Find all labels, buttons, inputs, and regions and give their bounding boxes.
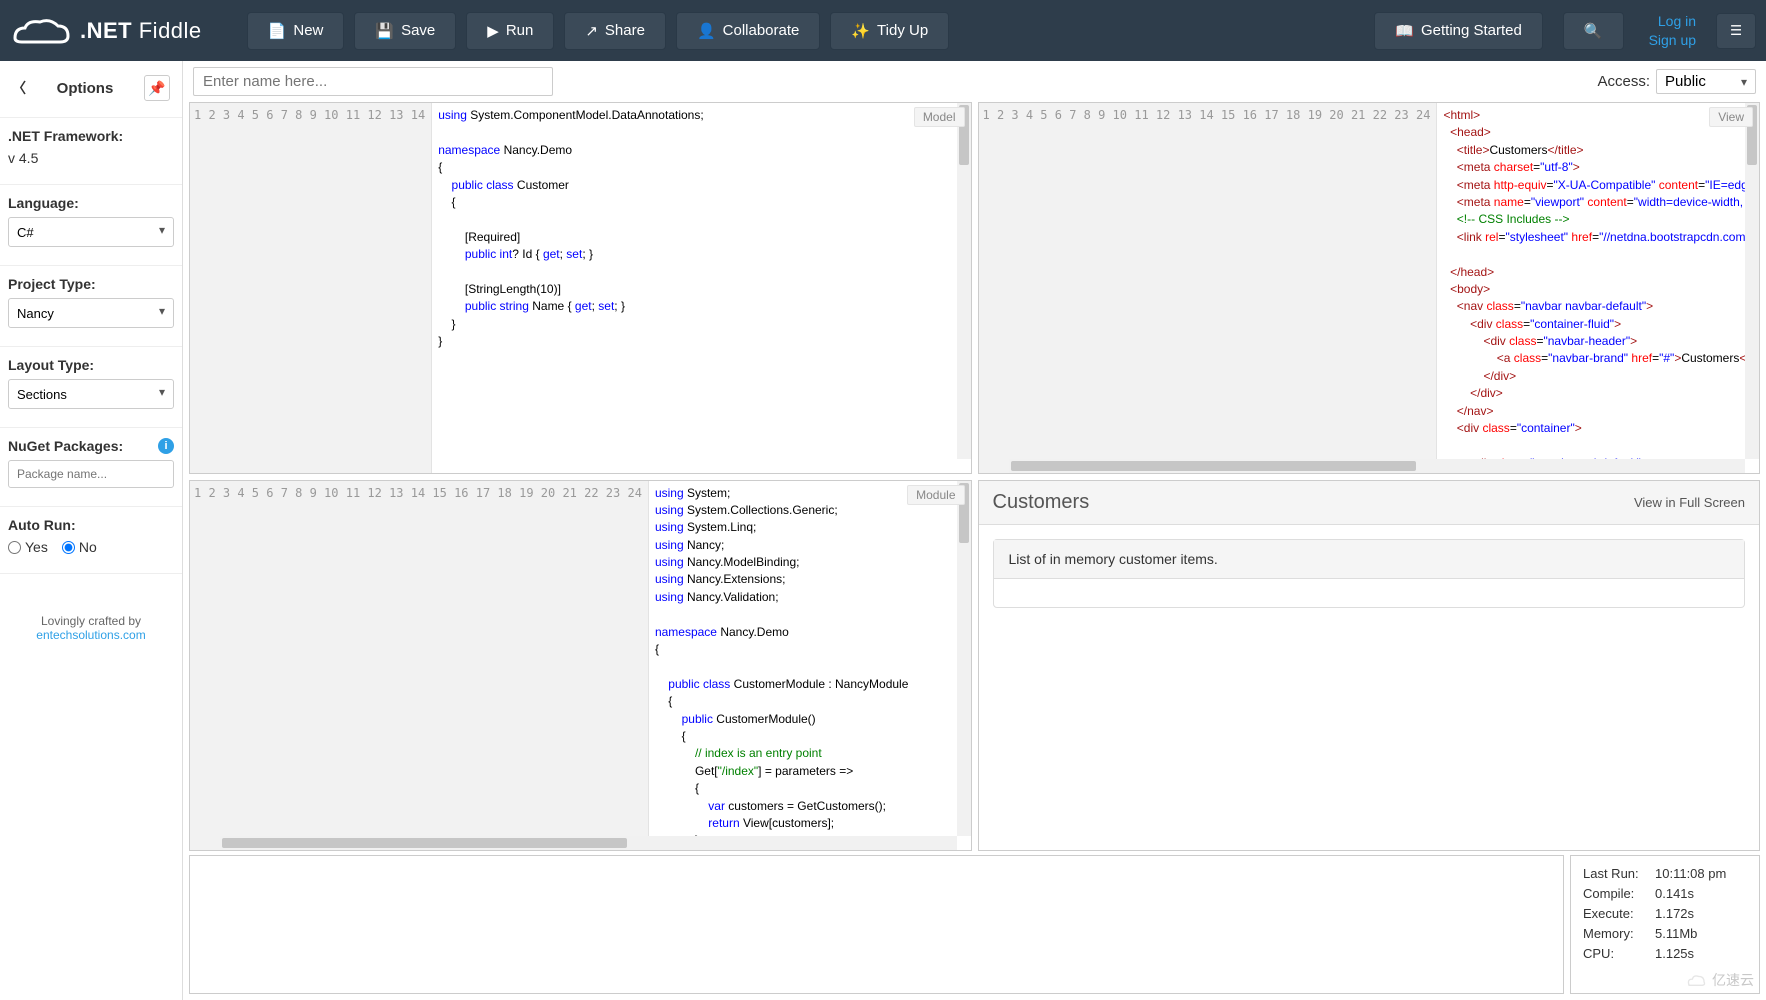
- pane-label-module[interactable]: Module: [907, 485, 964, 505]
- console-pane[interactable]: [189, 855, 1564, 994]
- share-button[interactable]: ↗Share: [564, 12, 666, 50]
- code-editor-model[interactable]: using System.ComponentModel.DataAnnotati…: [432, 103, 970, 473]
- stat-cpu-label: CPU:: [1583, 946, 1655, 961]
- autorun-label: Auto Run:: [8, 517, 174, 533]
- search-button[interactable]: 🔍: [1563, 12, 1624, 50]
- module-editor-pane: Module 1 2 3 4 5 6 7 8 9 10 11 12 13 14 …: [189, 480, 972, 852]
- layout-type-label: Layout Type:: [8, 357, 174, 373]
- pane-label-model[interactable]: Model: [914, 107, 965, 127]
- code-editor-module[interactable]: using System; using System.Collections.G…: [649, 481, 971, 851]
- stats-pane: Last Run:10:11:08 pm Compile:0.141s Exec…: [1570, 855, 1760, 994]
- share-icon: ↗: [585, 22, 598, 40]
- customers-panel: List of in memory customer items.: [993, 539, 1746, 608]
- line-gutter: 1 2 3 4 5 6 7 8 9 10 11 12 13 14 15 16 1…: [190, 481, 649, 851]
- fiddle-name-input[interactable]: [193, 67, 553, 96]
- framework-value: v 4.5: [8, 150, 174, 166]
- getting-started-button[interactable]: 📖Getting Started: [1374, 12, 1543, 50]
- framework-label: .NET Framework:: [8, 128, 174, 144]
- menu-toggle[interactable]: ☰: [1716, 13, 1756, 49]
- scrollbar-vertical[interactable]: [1745, 103, 1759, 459]
- auth-links: Log in Sign up: [1649, 12, 1696, 48]
- wand-icon: ✨: [851, 22, 870, 40]
- run-button[interactable]: ▶Run: [466, 12, 554, 50]
- stat-memory-value: 5.11Mb: [1655, 926, 1697, 941]
- brand-text: .NET Fiddle: [80, 18, 202, 44]
- new-button[interactable]: 📄New: [247, 12, 345, 50]
- view-editor-pane: View 1 2 3 4 5 6 7 8 9 10 11 12 13 14 15…: [978, 102, 1761, 474]
- stat-lastrun-value: 10:11:08 pm: [1655, 866, 1726, 881]
- signup-link[interactable]: Sign up: [1649, 31, 1696, 49]
- collaborate-button[interactable]: 👤Collaborate: [676, 12, 820, 50]
- user-icon: 👤: [697, 22, 716, 40]
- stat-execute-value: 1.172s: [1655, 906, 1694, 921]
- stat-compile-label: Compile:: [1583, 886, 1655, 901]
- language-label: Language:: [8, 195, 174, 211]
- nuget-label: NuGet Packages:i: [8, 438, 174, 454]
- stat-cpu-value: 1.125s: [1655, 946, 1694, 961]
- pin-icon: 📌: [148, 80, 165, 97]
- book-icon: 📖: [1395, 22, 1414, 40]
- sidebar-title: Options: [26, 80, 144, 97]
- hamburger-icon: ☰: [1730, 23, 1742, 38]
- top-navbar: .NET Fiddle 📄New 💾Save ▶Run ↗Share 👤Coll…: [0, 0, 1766, 61]
- access-select[interactable]: Public: [1656, 69, 1756, 94]
- pin-button[interactable]: 📌: [144, 75, 170, 101]
- scrollbar-horizontal[interactable]: [1009, 459, 1746, 473]
- language-select[interactable]: C#: [8, 217, 174, 247]
- brand-logo[interactable]: .NET Fiddle: [10, 16, 202, 46]
- tidy-button[interactable]: ✨Tidy Up: [830, 12, 949, 50]
- credit-text: Lovingly crafted by entechsolutions.com: [8, 584, 174, 652]
- cloud-icon: [10, 16, 72, 46]
- nuget-package-input[interactable]: [8, 460, 174, 488]
- code-editor-view[interactable]: <html> <head> <title>Customers</title> <…: [1437, 103, 1759, 473]
- login-link[interactable]: Log in: [1658, 12, 1696, 30]
- scrollbar-vertical[interactable]: [957, 481, 971, 837]
- stat-lastrun-label: Last Run:: [1583, 866, 1655, 881]
- project-type-select[interactable]: Nancy: [8, 298, 174, 328]
- file-icon: 📄: [268, 22, 287, 40]
- autorun-no-radio[interactable]: No: [62, 539, 97, 555]
- output-title: Customers: [993, 491, 1090, 514]
- save-button[interactable]: 💾Save: [354, 12, 456, 50]
- info-icon[interactable]: i: [158, 438, 174, 454]
- stat-memory-label: Memory:: [1583, 926, 1655, 941]
- back-chevron-icon[interactable]: 〈: [12, 78, 26, 98]
- stat-compile-value: 0.141s: [1655, 886, 1694, 901]
- model-editor-pane: Model 1 2 3 4 5 6 7 8 9 10 11 12 13 14 u…: [189, 102, 972, 474]
- access-label: Access:: [1597, 73, 1650, 90]
- pane-label-view[interactable]: View: [1709, 107, 1753, 127]
- line-gutter: 1 2 3 4 5 6 7 8 9 10 11 12 13 14: [190, 103, 432, 473]
- line-gutter: 1 2 3 4 5 6 7 8 9 10 11 12 13 14 15 16 1…: [979, 103, 1438, 473]
- panel-heading: List of in memory customer items.: [994, 540, 1745, 579]
- layout-type-select[interactable]: Sections: [8, 379, 174, 409]
- view-fullscreen-link[interactable]: View in Full Screen: [1634, 495, 1745, 510]
- autorun-yes-radio[interactable]: Yes: [8, 539, 48, 555]
- output-pane: Customers View in Full Screen List of in…: [978, 480, 1761, 852]
- play-icon: ▶: [487, 22, 499, 40]
- scrollbar-vertical[interactable]: [957, 103, 971, 459]
- project-type-label: Project Type:: [8, 276, 174, 292]
- options-sidebar: 〈 Options 📌 .NET Framework: v 4.5 Langua…: [0, 61, 183, 1000]
- credit-link[interactable]: entechsolutions.com: [36, 628, 145, 642]
- stat-execute-label: Execute:: [1583, 906, 1655, 921]
- scrollbar-horizontal[interactable]: [220, 836, 957, 850]
- main-area: Access: Public Model 1 2 3 4 5 6 7 8 9 1…: [183, 61, 1766, 1000]
- save-icon: 💾: [375, 22, 394, 40]
- search-icon: 🔍: [1584, 22, 1603, 40]
